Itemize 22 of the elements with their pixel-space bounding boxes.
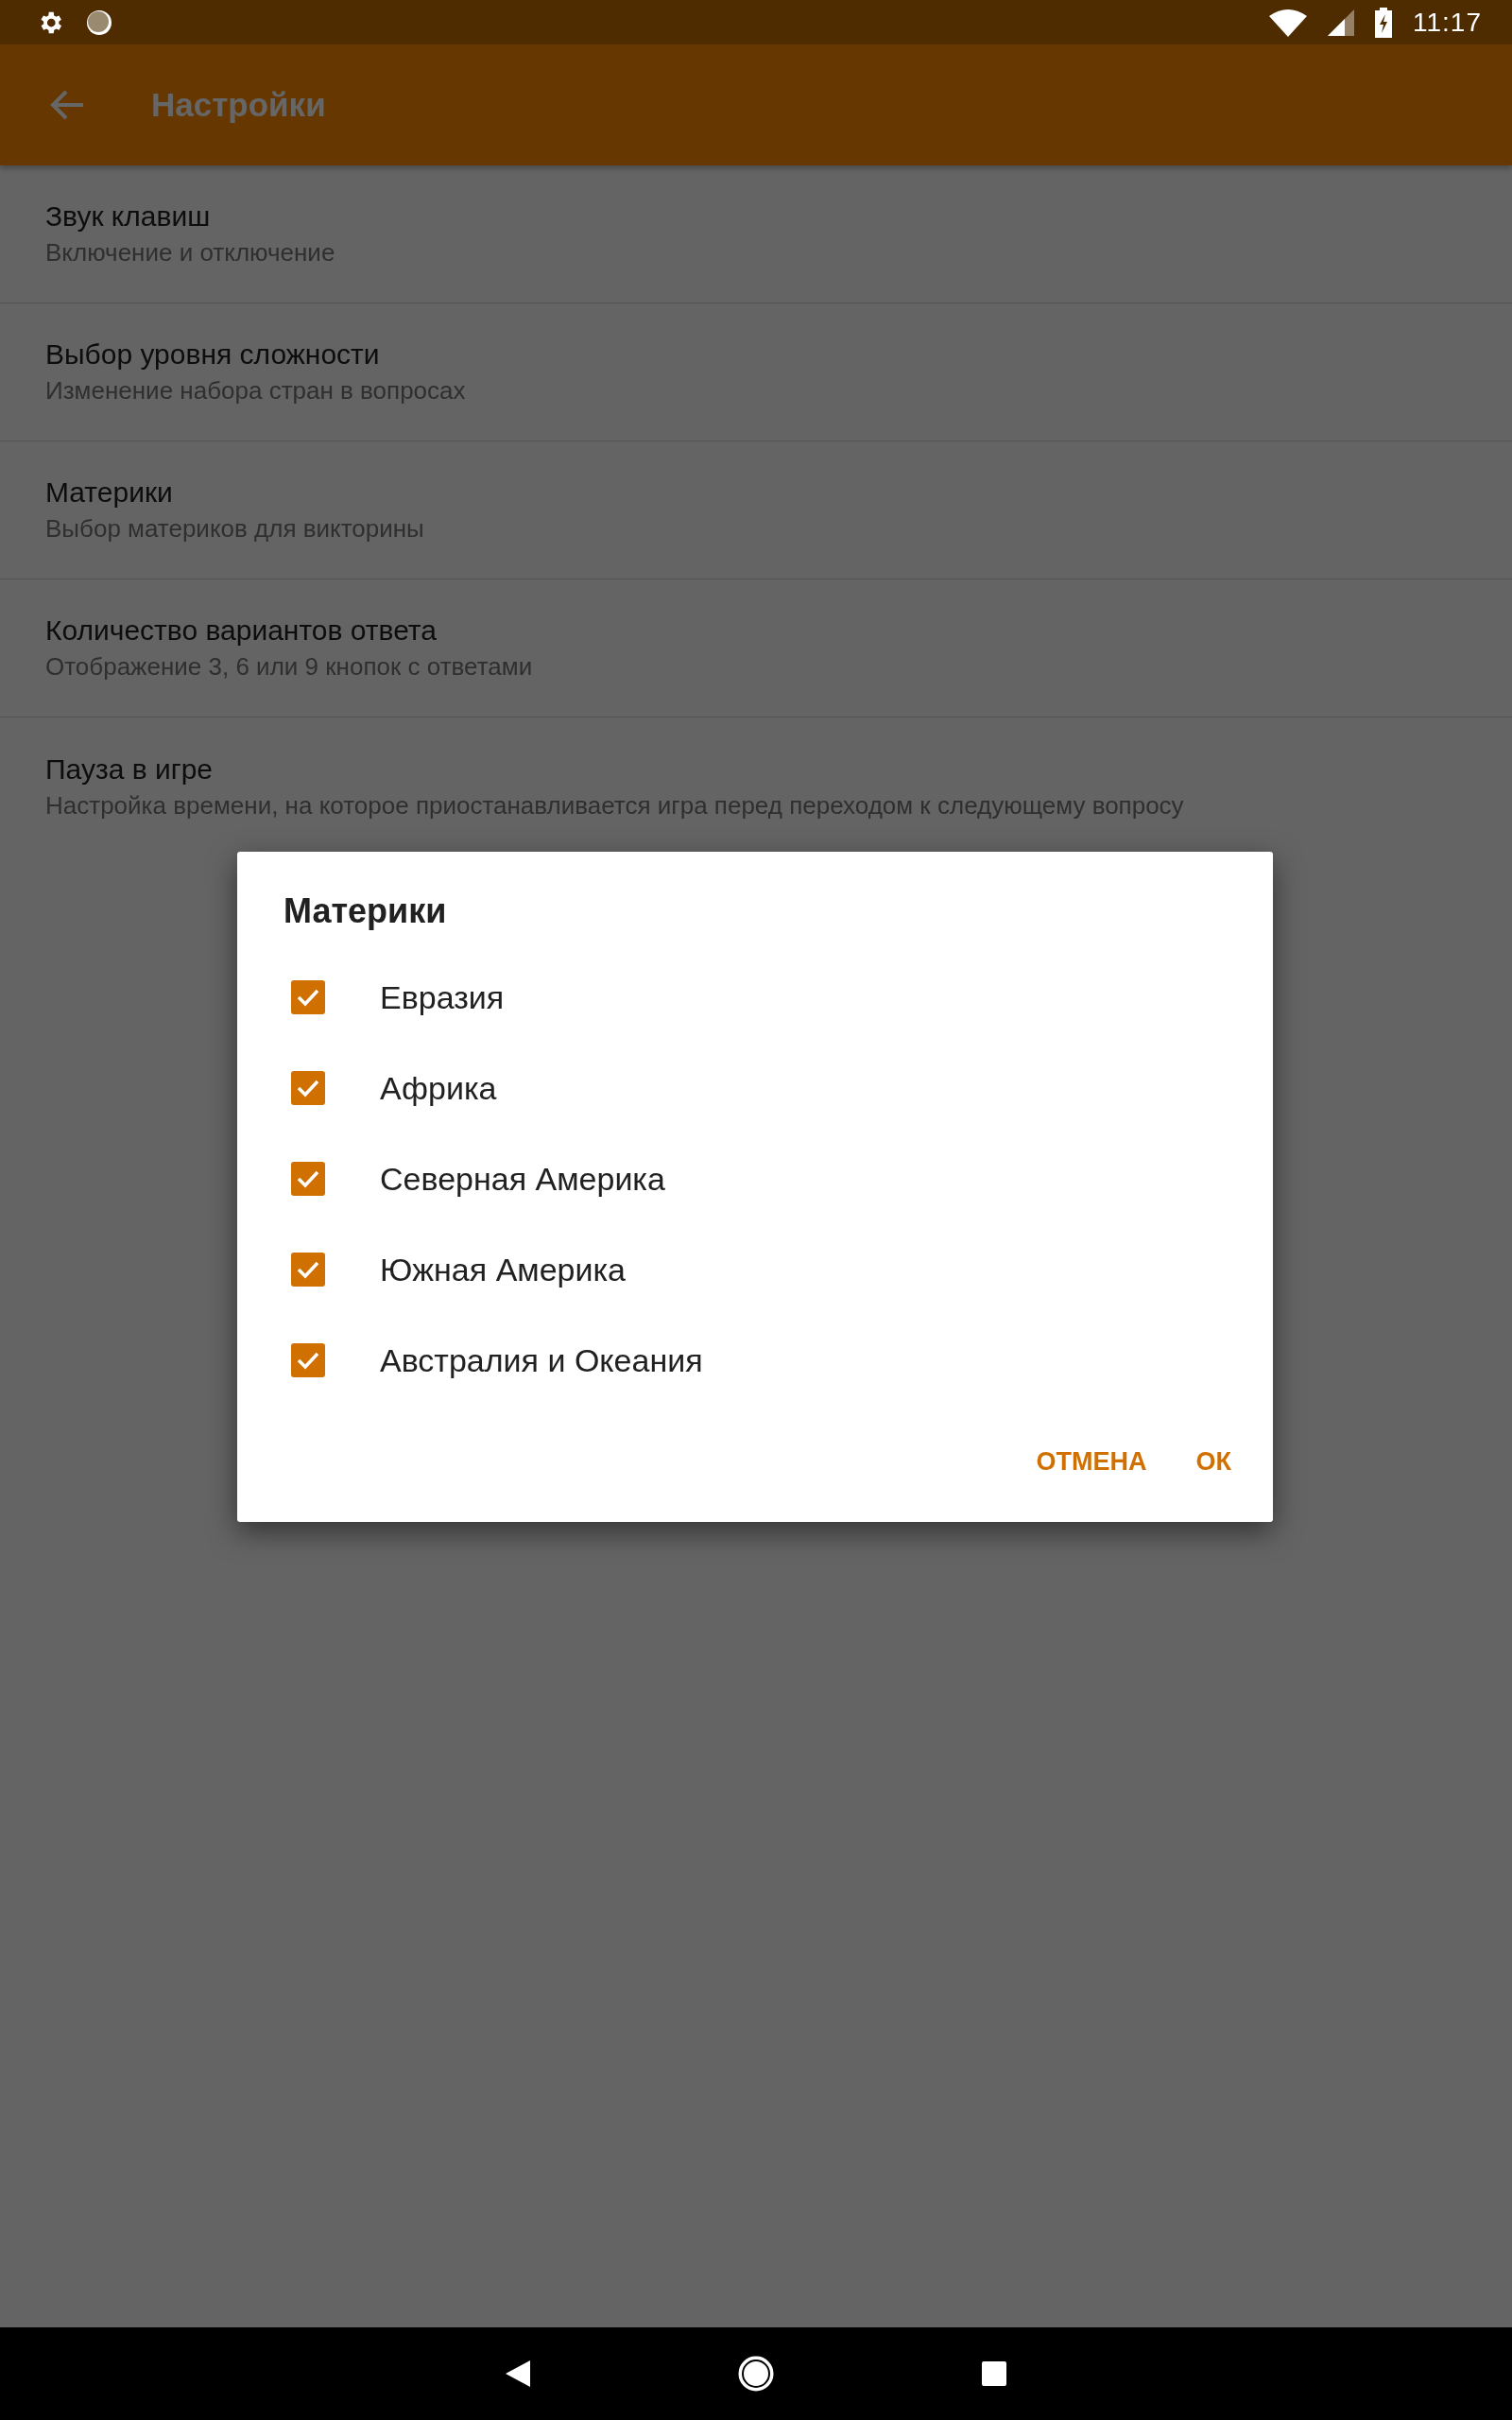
checkbox[interactable] xyxy=(291,1162,325,1196)
option-label[interactable]: Южная Америка xyxy=(380,1251,627,1288)
screen-title: Настройки xyxy=(151,86,326,124)
battery-icon xyxy=(1375,7,1392,38)
option-label[interactable]: Евразия xyxy=(380,978,505,1016)
ok-button[interactable]: ОК xyxy=(1177,1432,1250,1492)
home-icon[interactable] xyxy=(738,2356,774,2392)
option-label[interactable]: Африка xyxy=(380,1069,497,1107)
signal-icon xyxy=(1328,9,1354,36)
option-label[interactable]: Австралия и Океания xyxy=(380,1341,703,1379)
checkbox[interactable] xyxy=(291,980,325,1014)
dialog-title: Материки xyxy=(284,891,448,931)
back-icon[interactable] xyxy=(506,2360,530,2387)
checkbox[interactable] xyxy=(291,1343,325,1377)
clock: 11:17 xyxy=(1413,7,1482,38)
option-label[interactable]: Северная Америка xyxy=(380,1160,665,1198)
wifi-icon xyxy=(1269,8,1307,37)
checkbox[interactable] xyxy=(291,1071,325,1105)
notification-icon xyxy=(85,8,113,37)
cancel-button[interactable]: ОТМЕНА xyxy=(1017,1432,1166,1492)
back-arrow-icon[interactable] xyxy=(49,89,85,121)
checkbox[interactable] xyxy=(291,1253,325,1287)
